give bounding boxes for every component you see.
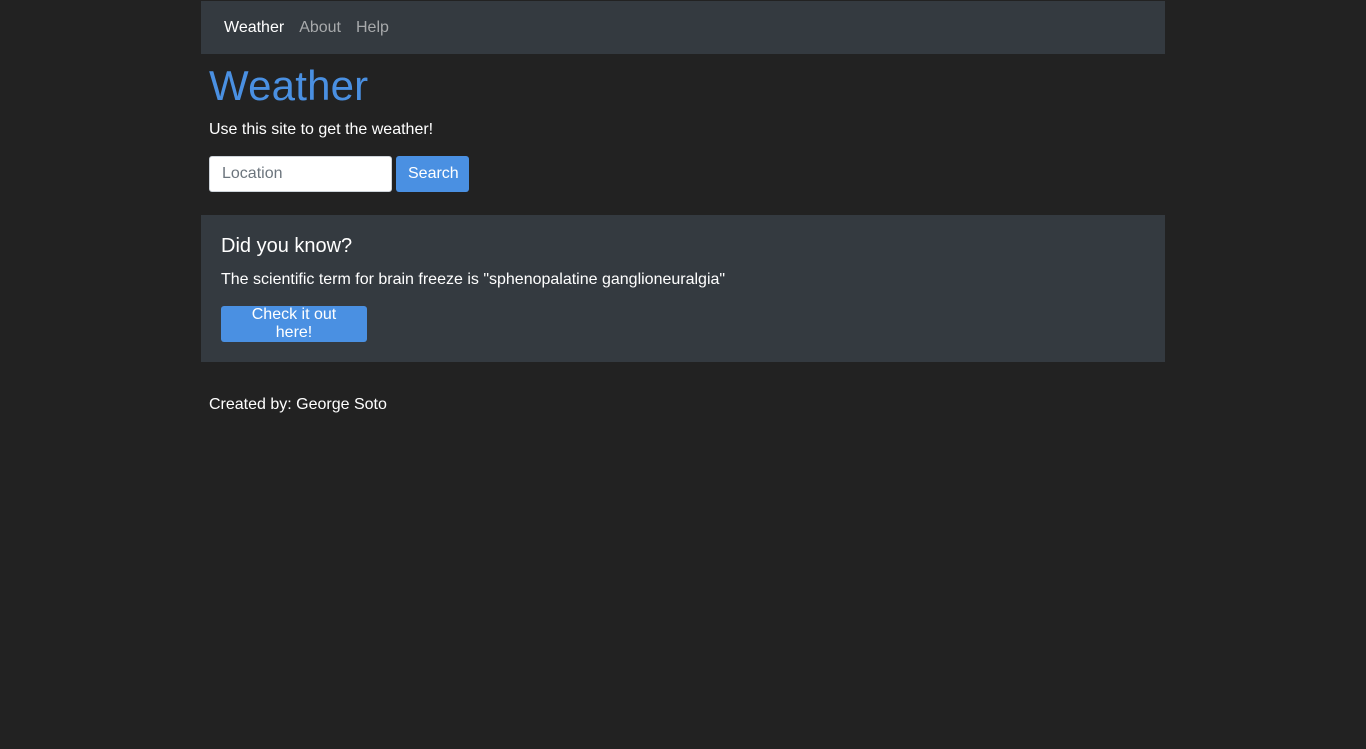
footer: Created by: George Soto <box>201 395 1165 415</box>
fact-title: Did you know? <box>221 235 353 257</box>
fact-text: The scientific term for brain freeze is … <box>221 271 726 288</box>
nav-item-weather[interactable]: Weather <box>224 19 284 37</box>
nav-item-help[interactable]: Help <box>356 19 389 37</box>
nav-item-about[interactable]: About <box>299 19 341 37</box>
check-it-out-button[interactable]: Check it out here! <box>221 306 367 342</box>
search-form: Search <box>209 156 1157 192</box>
page-title: Weather <box>209 62 369 109</box>
main-content: Weather Use this site to get the weather… <box>201 63 1165 192</box>
page-subtitle: Use this site to get the weather! <box>209 121 434 138</box>
location-input[interactable] <box>209 156 392 192</box>
fact-card: Did you know? The scientific term for br… <box>201 215 1165 362</box>
page-container: Weather About Help Weather Use this site… <box>201 1 1165 415</box>
footer-credit: Created by: George Soto <box>209 396 387 413</box>
navbar: Weather About Help <box>201 1 1165 54</box>
search-button[interactable]: Search <box>396 156 469 192</box>
